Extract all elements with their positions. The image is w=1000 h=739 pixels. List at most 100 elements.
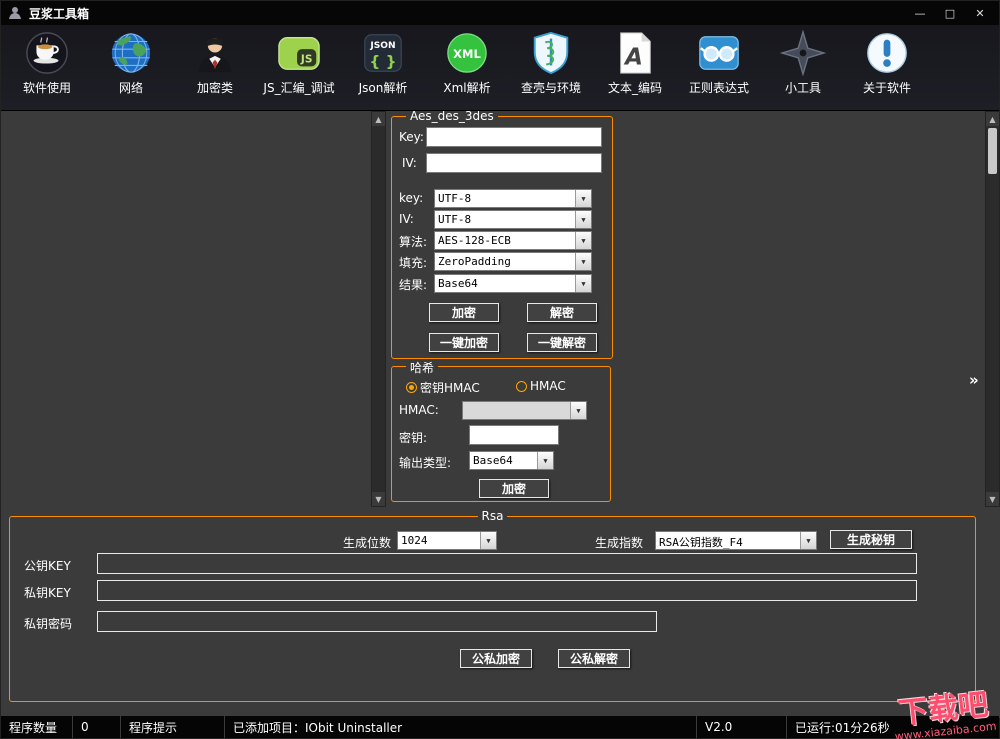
hash-hmac-label: HMAC: xyxy=(399,403,439,417)
aes-algorithm-label: 算法: xyxy=(399,235,428,249)
document-icon: A xyxy=(612,30,658,76)
rsa-private-key-input[interactable] xyxy=(97,580,917,601)
toolbar-item-label: Xml解析 xyxy=(443,81,491,95)
glasses-icon xyxy=(696,30,742,76)
toolbar-item-js-debug[interactable]: JS JS_汇编_调试 xyxy=(261,30,337,110)
chevron-down-icon[interactable]: ▼ xyxy=(575,211,591,228)
chevron-down-icon[interactable]: ▼ xyxy=(570,402,586,419)
scrollbar-thumb[interactable] xyxy=(988,128,997,174)
chevron-down-icon[interactable]: ▼ xyxy=(575,253,591,270)
scroll-up-icon[interactable]: ▲ xyxy=(986,112,999,126)
aes-iv-label: IV: xyxy=(402,156,417,170)
aes-charset-iv-combo[interactable]: UTF-8 ▼ xyxy=(434,210,592,229)
maximize-button[interactable]: □ xyxy=(937,4,963,22)
svg-text:XML: XML xyxy=(453,47,481,61)
toolbar-item-shell-env[interactable]: 查壳与环境 xyxy=(513,30,589,110)
info-icon xyxy=(864,30,910,76)
rsa-bits-combo[interactable]: 1024 ▼ xyxy=(397,531,497,550)
rsa-private-key-password-label: 私钥密码 xyxy=(24,617,73,631)
aes-charset-key-combo[interactable]: UTF-8 ▼ xyxy=(434,189,592,208)
toolbar-item-regex[interactable]: 正则表达式 xyxy=(681,30,757,110)
aes-one-key-encrypt-button[interactable]: 一键加密 xyxy=(429,333,499,352)
globe-icon xyxy=(108,30,154,76)
status-runtime: 已运行:01分26秒 xyxy=(795,720,890,735)
radio-hmac[interactable]: HMAC xyxy=(516,379,566,393)
rsa-private-key-password-input[interactable] xyxy=(97,611,657,632)
aes-algorithm-combo[interactable]: AES-128-ECB ▼ xyxy=(434,231,592,250)
toolbar-item-software-usage[interactable]: 软件使用 xyxy=(9,30,85,110)
titlebar: 豆浆工具箱 — □ ✕ xyxy=(1,1,999,25)
main-area: ▲ ▼ Aes_des_3des Key: IV: key: UTF-8 ▼ I… xyxy=(1,109,1000,718)
toolbar-item-label: 加密类 xyxy=(196,81,233,95)
aes-panel: Aes_des_3des Key: IV: key: UTF-8 ▼ IV: U… xyxy=(391,109,613,359)
svg-text:JSON: JSON xyxy=(369,41,395,51)
rsa-decrypt-button[interactable]: 公私解密 xyxy=(558,649,630,668)
status-program-count-label: 程序数量 xyxy=(1,716,73,738)
rsa-generate-key-button[interactable]: 生成秘钥 xyxy=(830,530,912,549)
radio-key-hmac[interactable]: 密钥HMAC xyxy=(406,379,480,396)
xml-icon: XML xyxy=(444,30,490,76)
toolbar-item-label: Json解析 xyxy=(358,81,408,95)
hash-hmac-combo[interactable]: ▼ xyxy=(462,401,587,420)
svg-text:JS: JS xyxy=(300,54,313,66)
toolbar-item-about[interactable]: 关于软件 xyxy=(849,30,925,110)
svg-text:{ }: { } xyxy=(369,52,396,70)
js-icon: JS xyxy=(276,30,322,76)
rsa-exponent-label: 生成指数 xyxy=(595,536,644,550)
panel-expand-button[interactable]: » xyxy=(969,371,979,389)
aes-key-input[interactable] xyxy=(426,127,602,147)
aes-padding-combo[interactable]: ZeroPadding ▼ xyxy=(434,252,592,271)
chevron-down-icon[interactable]: ▼ xyxy=(800,532,816,549)
toolbar-item-label: 查壳与环境 xyxy=(520,81,581,95)
toolbar-item-label: 正则表达式 xyxy=(688,81,749,95)
rsa-encrypt-button[interactable]: 公私加密 xyxy=(460,649,532,668)
combo-value: UTF-8 xyxy=(438,192,472,205)
app-window: { "window": { "title": "豆浆工具箱", "control… xyxy=(0,0,1000,739)
hash-encrypt-button[interactable]: 加密 xyxy=(479,479,549,498)
shield-icon xyxy=(528,30,574,76)
aes-key-label: Key: xyxy=(399,130,424,144)
toolbar-item-encryption[interactable]: 加密类 xyxy=(177,30,253,110)
minimize-button[interactable]: — xyxy=(907,4,933,22)
combo-value: UTF-8 xyxy=(438,213,472,226)
aes-result-combo[interactable]: Base64 ▼ xyxy=(434,274,592,293)
aes-one-key-decrypt-button[interactable]: 一键解密 xyxy=(527,333,597,352)
hash-panel: 哈希 密钥HMAC HMAC HMAC: ▼ 密钥: 输出类型: Base64 … xyxy=(391,359,611,502)
svg-text:A: A xyxy=(623,45,643,71)
scroll-up-icon[interactable]: ▲ xyxy=(372,112,385,126)
toolbar-item-network[interactable]: 网络 xyxy=(93,30,169,110)
aes-encrypt-button[interactable]: 加密 xyxy=(429,303,499,322)
scroll-down-icon[interactable]: ▼ xyxy=(986,492,999,506)
hash-output-type-label: 输出类型: xyxy=(399,456,452,470)
combo-value: 1024 xyxy=(401,534,428,547)
toolbar-item-text-encoding[interactable]: A 文本_编码 xyxy=(597,30,673,110)
status-program-count-value: 0 xyxy=(73,716,121,738)
window-title: 豆浆工具箱 xyxy=(29,6,90,21)
chevron-down-icon[interactable]: ▼ xyxy=(480,532,496,549)
close-button[interactable]: ✕ xyxy=(967,4,993,22)
scroll-down-icon[interactable]: ▼ xyxy=(372,492,385,506)
toolbar-item-label: 关于软件 xyxy=(862,81,911,95)
chevron-down-icon[interactable]: ▼ xyxy=(575,190,591,207)
combo-value: RSA公钥指数_F4 xyxy=(659,536,743,549)
rsa-public-key-label: 公钥KEY xyxy=(24,559,71,573)
toolbar-item-xml-parse[interactable]: XML Xml解析 xyxy=(429,30,505,110)
aes-charset-key-label: key: xyxy=(399,191,424,205)
status-program-hint-label: 程序提示 xyxy=(121,716,225,738)
toolbar-item-small-tools[interactable]: 小工具 xyxy=(765,30,841,110)
radio-label: HMAC xyxy=(530,379,566,393)
chevron-down-icon[interactable]: ▼ xyxy=(575,232,591,249)
chevron-down-icon[interactable]: ▼ xyxy=(575,275,591,292)
aes-iv-input[interactable] xyxy=(426,153,602,173)
rsa-exponent-combo[interactable]: RSA公钥指数_F4 ▼ xyxy=(655,531,817,550)
hash-key-input[interactable] xyxy=(469,425,559,445)
radio-selected-icon xyxy=(406,382,417,393)
aes-result-label: 结果: xyxy=(399,278,428,292)
rsa-private-key-label: 私钥KEY xyxy=(24,586,71,600)
hash-output-type-combo[interactable]: Base64 ▼ xyxy=(469,451,554,470)
toolbar-item-json-parse[interactable]: JSON{ } Json解析 xyxy=(345,30,421,110)
rsa-public-key-input[interactable] xyxy=(97,553,917,574)
chevron-down-icon[interactable]: ▼ xyxy=(537,452,553,469)
aes-decrypt-button[interactable]: 解密 xyxy=(527,303,597,322)
window-controls: — □ ✕ xyxy=(907,4,993,22)
